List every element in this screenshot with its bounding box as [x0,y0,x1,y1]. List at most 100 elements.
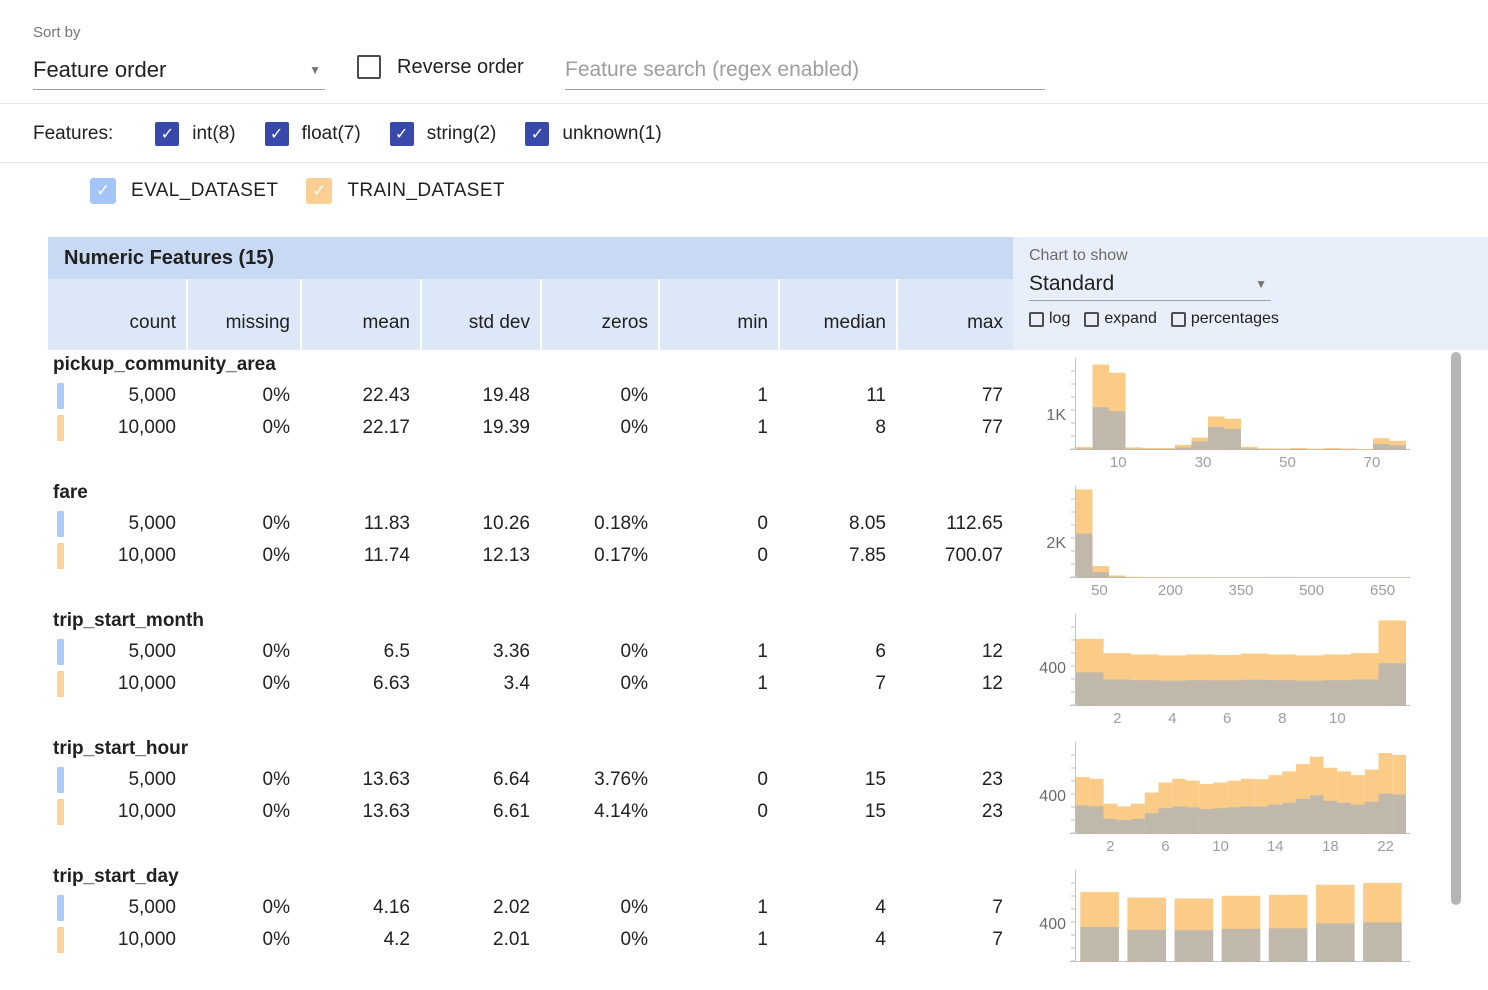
stat-median: 15 [778,764,896,796]
eval-dataset-marker [57,511,64,537]
reverse-order-checkbox[interactable] [357,55,381,79]
checkbox-checked-icon[interactable]: ✓ [306,178,332,204]
stat-min: 1 [658,412,778,444]
reverse-order-control[interactable]: Reverse order [357,55,524,79]
checkbox-checked-icon[interactable]: ✓ [265,122,289,146]
stats-row-eval: 5,0000%11.8310.260.18%08.05112.65 [48,508,1013,540]
x-axis-tick-label: 2 [1092,710,1142,727]
filter-label: string(2) [427,123,497,145]
stat-std-dev: 12.13 [420,540,540,572]
top-controls-bar: Sort by Feature order ▼ Reverse order [0,0,1488,104]
stat-min: 0 [658,796,778,828]
stat-max: 7 [896,924,1013,956]
feature-histogram: 4002610141822 [1028,742,1458,862]
x-axis-tick-label: 6 [1140,838,1190,855]
stat-std-dev: 6.64 [420,764,540,796]
feature-search-input[interactable] [565,50,1045,90]
stat-median: 6 [778,636,896,668]
stats-row-eval: 5,0000%4.162.020%147 [48,892,1013,924]
feature-filter-float[interactable]: ✓float(7) [265,122,361,146]
column-header-std-dev: std dev [420,279,540,350]
stat-missing: 0% [186,508,300,540]
x-axis-tick-label: 200 [1145,582,1195,599]
stat-std-dev: 2.01 [420,924,540,956]
stat-min: 0 [658,764,778,796]
checkbox-checked-icon[interactable]: ✓ [155,122,179,146]
checkbox-checked-icon[interactable]: ✓ [390,122,414,146]
features-label: Features: [33,123,113,145]
eval-dataset-marker [57,895,64,921]
stat-median: 4 [778,924,896,956]
train-dataset-marker [57,415,64,441]
train-dataset-marker [57,799,64,825]
chart-type-select[interactable]: Standard ▼ [1029,267,1271,301]
stats-row-train: 10,0000%6.633.40%1712 [48,668,1013,700]
filter-label: unknown(1) [562,123,661,145]
dataset-toggle-eval_dataset[interactable]: ✓EVAL_DATASET [90,178,278,204]
stat-min: 1 [658,380,778,412]
stat-median: 4 [778,892,896,924]
chart-option-percentages[interactable]: percentages [1171,310,1279,328]
feature-filter-string[interactable]: ✓ string(2) [390,122,497,146]
x-axis-tick-label: 14 [1250,838,1300,855]
column-header-count: count [48,279,186,350]
stat-min: 1 [658,636,778,668]
chart-option-label: expand [1104,310,1157,328]
stat-max: 112.65 [896,508,1013,540]
stat-std-dev: 3.4 [420,668,540,700]
sort-order-select[interactable]: Feature order ▼ [33,50,325,90]
stat-missing: 0% [186,412,300,444]
stat-count: 5,000 [48,636,186,668]
vertical-scrollbar[interactable] [1451,352,1461,905]
feature-filter-int[interactable]: ✓ int(8) [155,122,235,146]
x-axis-tick-label: 500 [1287,582,1337,599]
x-axis-tick-label: 18 [1305,838,1355,855]
stat-mean: 13.63 [300,764,420,796]
chart-type-value: Standard [1029,272,1114,296]
checkbox-unchecked-icon[interactable] [1171,312,1186,327]
stat-mean: 13.63 [300,796,420,828]
x-axis-tick-label: 2 [1085,838,1135,855]
stat-max: 700.07 [896,540,1013,572]
filter-label: int(8) [192,123,235,145]
x-axis-tick-label: 22 [1361,838,1411,855]
stat-std-dev: 6.61 [420,796,540,828]
stats-row-train: 10,0000%13.636.614.14%01523 [48,796,1013,828]
feature-filter-unknown[interactable]: ✓ unknown(1) [525,122,661,146]
feature-filter-list: ✓int(8)✓float(7)✓string(2)✓unknown(1) [113,122,661,146]
x-axis-tick-label: 650 [1358,582,1408,599]
stats-row-train: 10,0000%4.22.010%147 [48,924,1013,956]
y-axis-label: 1K [1028,407,1066,425]
column-header-zeros: zeros [540,279,658,350]
numeric-features-header: Numeric Features (15) [48,237,1013,279]
dataset-toggle-train_dataset[interactable]: ✓TRAIN_DATASET [306,178,505,204]
eval-dataset-marker [57,639,64,665]
stat-median: 8 [778,412,896,444]
stat-mean: 11.74 [300,540,420,572]
stat-std-dev: 2.02 [420,892,540,924]
stat-max: 7 [896,892,1013,924]
checkbox-unchecked-icon[interactable] [1084,312,1099,327]
chart-option-expand[interactable]: expand [1084,310,1157,328]
stat-count: 10,000 [48,412,186,444]
chevron-down-icon: ▼ [1255,277,1271,291]
checkbox-checked-icon[interactable]: ✓ [90,178,116,204]
checkbox-checked-icon[interactable]: ✓ [525,122,549,146]
chart-option-label: log [1049,310,1070,328]
column-header-missing: missing [186,279,300,350]
chart-controls-panel: Chart to show Standard ▼ logexpandpercen… [1013,237,1488,350]
stat-missing: 0% [186,892,300,924]
stat-median: 7.85 [778,540,896,572]
stat-std-dev: 19.39 [420,412,540,444]
feature-type-filter-bar: Features: ✓int(8)✓float(7)✓string(2)✓unk… [0,105,1488,163]
histogram-svg [1070,870,1410,962]
stat-zeros: 0.17% [540,540,658,572]
stat-min: 1 [658,892,778,924]
stat-count: 10,000 [48,540,186,572]
histogram-svg [1070,486,1410,578]
stat-missing: 0% [186,796,300,828]
checkbox-unchecked-icon[interactable] [1029,312,1044,327]
y-axis-label: 400 [1028,916,1066,934]
stat-count: 5,000 [48,508,186,540]
chart-option-log[interactable]: log [1029,310,1070,328]
